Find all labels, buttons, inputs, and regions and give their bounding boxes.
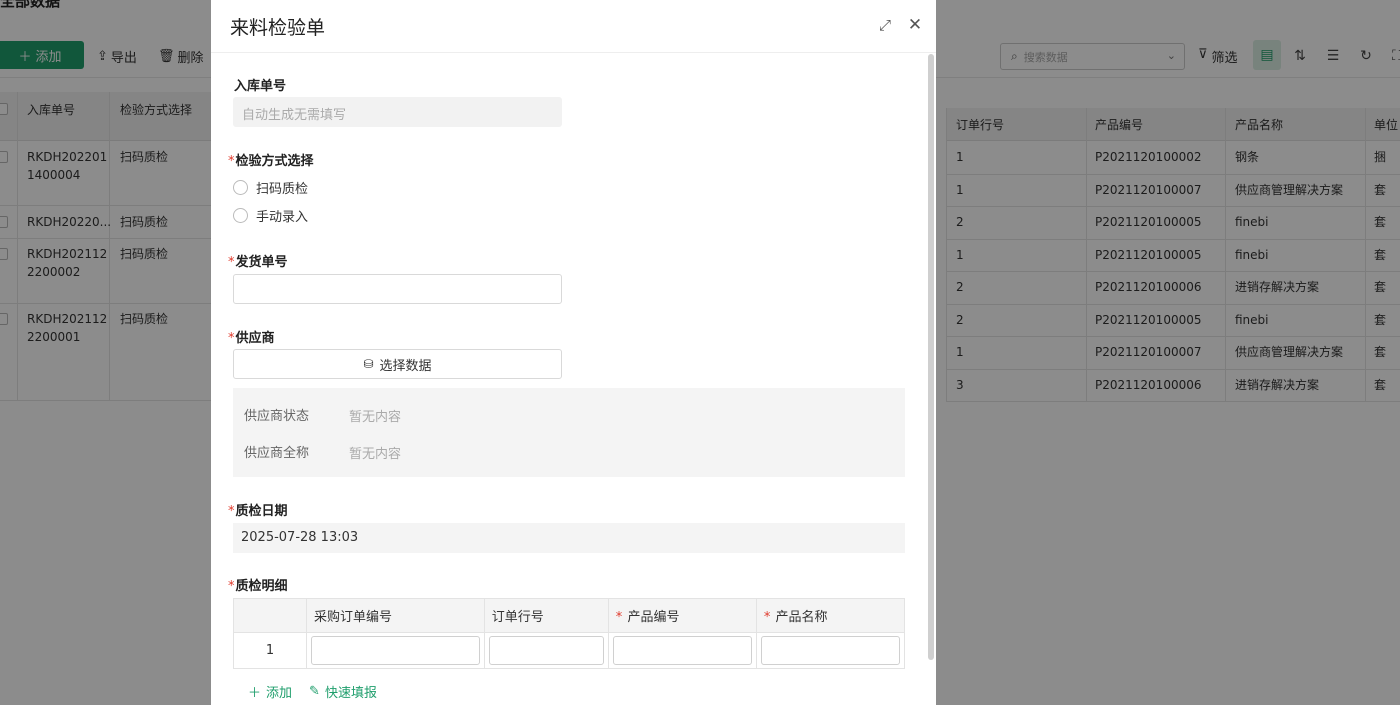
product-code-input[interactable] (612, 636, 752, 665)
expand-icon[interactable]: ⤢ (875, 15, 895, 35)
scrollbar[interactable] (928, 54, 934, 660)
required-mark: * (228, 504, 235, 519)
shipment-no-label: *发货单号 (228, 255, 288, 270)
column-header-product-name: * 产品名称 (755, 598, 906, 633)
radio-circle[interactable] (233, 180, 248, 195)
plus-icon: ＋ (248, 686, 262, 701)
shipment-no-input[interactable] (233, 274, 562, 304)
qc-detail-table: 采购订单编号 订单行号 * 产品编号 * 产品名称 1 (233, 598, 906, 669)
qc-detail-label: *质检明细 (228, 579, 288, 594)
supplier-status-value: 暂无内容 (349, 410, 402, 425)
receipt-no-label: 入库单号 (234, 79, 287, 94)
required-mark: * (228, 331, 235, 346)
radio-circle[interactable] (233, 208, 248, 223)
supplier-status-key: 供应商状态 (244, 409, 310, 424)
radio-scan-inspect[interactable]: 扫码质检 (233, 178, 308, 197)
detail-footer: ＋添加 ✎ 快速填报 (248, 682, 377, 701)
modal-header: 来料检验单 ⤢ ✕ (211, 0, 936, 53)
edit-icon: ✎ (309, 684, 320, 699)
qc-date-label: *质检日期 (228, 504, 288, 519)
radio-manual-entry[interactable]: 手动录入 (233, 206, 308, 225)
radio-label: 手动录入 (256, 210, 309, 225)
column-header-line-no: 订单行号 (483, 598, 609, 633)
required-mark: * (228, 255, 235, 270)
inspection-modal: 来料检验单 ⤢ ✕ 入库单号 自动生成无需填写 *检验方式选择 扫码质检 手动录… (211, 0, 936, 705)
radio-label: 扫码质检 (256, 182, 309, 197)
supplier-label: *供应商 (228, 331, 275, 346)
select-data-label: 选择数据 (379, 358, 432, 374)
product-name-input[interactable] (760, 636, 900, 665)
column-header-po-no: 采购订单编号 (306, 598, 485, 633)
required-mark: * (228, 154, 235, 169)
column-header-index (233, 598, 307, 633)
supplier-fullname-value: 暂无内容 (349, 447, 402, 462)
qc-date-field[interactable]: 2025-07-28 13:03 (233, 523, 905, 553)
select-data-button[interactable]: ⛁ 选择数据 (233, 349, 562, 379)
required-mark: * (228, 579, 235, 594)
line-no-input[interactable] (488, 636, 604, 665)
supplier-info-box: 供应商状态 暂无内容 供应商全称 暂无内容 (233, 388, 905, 477)
supplier-fullname-key: 供应商全称 (244, 446, 310, 461)
modal-title: 来料检验单 (230, 17, 326, 39)
row-number: 1 (233, 632, 307, 669)
po-no-input[interactable] (311, 636, 480, 665)
database-icon: ⛁ (363, 357, 374, 371)
close-icon[interactable]: ✕ (905, 15, 925, 35)
inspect-method-label: *检验方式选择 (228, 154, 314, 169)
table-row: 1 (233, 632, 906, 669)
quick-fill-link[interactable]: ✎ 快速填报 (309, 682, 377, 701)
add-row-link[interactable]: ＋添加 (248, 682, 292, 701)
receipt-no-field: 自动生成无需填写 (233, 97, 562, 127)
column-header-product-code: * 产品编号 (607, 598, 757, 633)
